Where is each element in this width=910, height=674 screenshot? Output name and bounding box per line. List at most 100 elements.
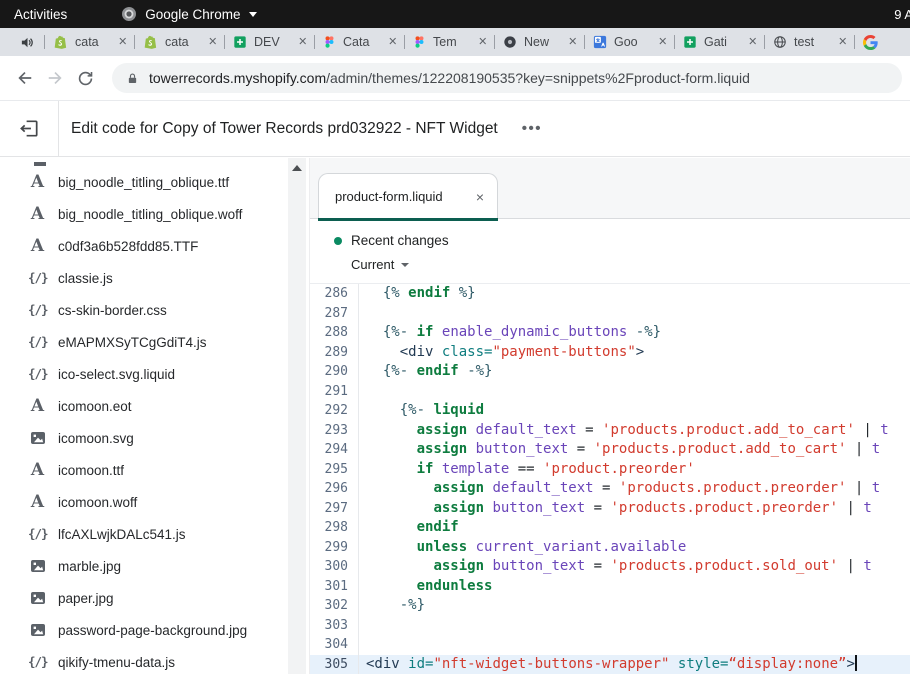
file-name: icomoon.svg (58, 431, 134, 446)
tab-close-button[interactable]: × (748, 35, 758, 50)
browser-tab-label: Goo (614, 35, 655, 49)
reload-icon[interactable] (70, 63, 100, 93)
code-line[interactable]: 298 endif (310, 518, 910, 538)
app-menu-label: Google Chrome (145, 7, 240, 22)
file-name: big_noodle_titling_oblique.woff (58, 207, 242, 222)
code-line[interactable]: 301 endunless (310, 577, 910, 597)
file-name: eMAPMXSyTCgGdiT4.js (58, 335, 207, 350)
tab-close-button[interactable]: × (658, 35, 668, 50)
code-line-text: unless current_variant.available (359, 538, 910, 558)
code-line[interactable]: 302 -%} (310, 596, 910, 616)
browser-tab[interactable]: Goo× (584, 28, 674, 56)
image-file-icon (28, 590, 47, 606)
code-line[interactable]: 291 (310, 382, 910, 402)
code-line[interactable]: 290 {%- endif -%} (310, 362, 910, 382)
code-line[interactable]: 292 {%- liquid (310, 401, 910, 421)
file-list-item[interactable]: {/}qikify-tmenu-data.js (0, 646, 285, 674)
code-line[interactable]: 286 {% endif %} (310, 284, 910, 304)
address-bar[interactable]: towerrecords.myshopify.com/admin/themes/… (112, 63, 902, 93)
code-editor-panel: product-form.liquid × Recent changes Cur… (310, 158, 910, 674)
file-list-item[interactable]: icomoon.svg (0, 422, 285, 454)
code-line-text: -%} (359, 596, 910, 616)
browser-tab-label: New (524, 35, 565, 49)
code-line[interactable]: 303 (310, 616, 910, 636)
code-line[interactable]: 305<div id="nft-widget-buttons-wrapper" … (310, 655, 910, 674)
file-list-item[interactable]: Aicomoon.woff (0, 486, 285, 518)
version-selector-value: Current (351, 257, 394, 272)
file-list-item[interactable]: {/}eMAPMXSyTCgGdiT4.js (0, 326, 285, 358)
browser-tab[interactable]: cata× (134, 28, 224, 56)
browser-tab[interactable]: × (854, 28, 900, 56)
file-list-item[interactable]: {/}cs-skin-border.css (0, 294, 285, 326)
code-line[interactable]: 299 unless current_variant.available (310, 538, 910, 558)
tab-close-button[interactable]: × (118, 35, 128, 50)
back-icon[interactable] (10, 63, 40, 93)
file-list-item[interactable]: {/}ico-select.svg.liquid (0, 358, 285, 390)
file-list-item[interactable]: Aicomoon.ttf (0, 454, 285, 486)
browser-tab[interactable]: Tem× (404, 28, 494, 56)
overflow-menu-button[interactable]: ••• (522, 120, 542, 137)
file-list-item[interactable]: Ac0df3a6b528fdd85.TTF (0, 230, 285, 262)
tab-close-button[interactable]: × (208, 35, 218, 50)
code-line[interactable]: 296 assign default_text = 'products.prod… (310, 479, 910, 499)
line-number: 296 (310, 479, 359, 499)
close-icon[interactable]: × (476, 189, 484, 205)
code-line-text: assign button_text = 'products.product.a… (359, 440, 910, 460)
code-line[interactable]: 287 (310, 304, 910, 324)
file-list-item[interactable]: Aicomoon.eot (0, 390, 285, 422)
browser-tab[interactable]: Gati× (674, 28, 764, 56)
browser-tab[interactable]: cata× (44, 28, 134, 56)
code-line-text: <div class="payment-buttons"> (359, 343, 910, 363)
recent-changes-label: Recent changes (351, 233, 449, 248)
file-list-item[interactable]: marble.jpg (0, 550, 285, 582)
file-name: marble.jpg (58, 559, 121, 574)
editor-file-tab[interactable]: product-form.liquid × (318, 173, 498, 219)
code-line-text (359, 616, 910, 636)
code-line-text: endunless (359, 577, 910, 597)
file-list-item[interactable]: Abig_noodle_titling_oblique.woff (0, 198, 285, 230)
code-line[interactable]: 300 assign button_text = 'products.produ… (310, 557, 910, 577)
app-menu[interactable]: Google Chrome (121, 6, 256, 22)
code-line[interactable]: 295 if template == 'product.preorder' (310, 460, 910, 480)
tab-close-button[interactable]: × (388, 35, 398, 50)
browser-tab[interactable]: DEV× (224, 28, 314, 56)
sidebar-scrollbar[interactable] (288, 158, 306, 674)
tab-close-button[interactable]: × (298, 35, 308, 50)
file-name: icomoon.eot (58, 399, 132, 414)
system-bar: Activities Google Chrome 9 A (0, 0, 910, 28)
url-domain: towerrecords.myshopify.com (149, 70, 326, 86)
activities-button[interactable]: Activities (14, 7, 67, 22)
code-line[interactable]: 294 assign button_text = 'products.produ… (310, 440, 910, 460)
file-name: cs-skin-border.css (58, 303, 167, 318)
line-number: 287 (310, 304, 359, 324)
file-name: ico-select.svg.liquid (58, 367, 175, 382)
tab-close-button[interactable]: × (838, 35, 848, 50)
code-area[interactable]: 286 {% endif %}287288 {%- if enable_dyna… (310, 284, 910, 674)
file-list-item[interactable]: paper.jpg (0, 582, 285, 614)
tab-close-button[interactable]: × (568, 35, 578, 50)
file-list-item[interactable]: {/}classie.js (0, 262, 285, 294)
file-list-item[interactable]: {/}lfcAXLwjkDALc541.js (0, 518, 285, 550)
tab-close-button[interactable]: × (478, 35, 488, 50)
browser-tab-label: test (794, 35, 835, 49)
code-line[interactable]: 297 assign button_text = 'products.produ… (310, 499, 910, 519)
code-line[interactable]: 293 assign default_text = 'products.prod… (310, 421, 910, 441)
browser-tab[interactable]: test× (764, 28, 854, 56)
version-selector[interactable]: Current (351, 257, 910, 272)
code-line[interactable]: 288 {%- if enable_dynamic_buttons -%} (310, 323, 910, 343)
file-list-item[interactable]: Abig_noodle_titling_oblique.ttf (0, 166, 285, 198)
scroll-up-icon[interactable] (292, 165, 302, 171)
lock-icon[interactable] (126, 72, 139, 85)
browser-tab[interactable]: Cata× (314, 28, 404, 56)
code-line[interactable]: 304 (310, 635, 910, 655)
audio-speaker-icon[interactable] (10, 35, 44, 50)
file-list-item[interactable]: password-page-background.jpg (0, 614, 285, 646)
code-line-text: <div id="nft-widget-buttons-wrapper" sty… (359, 655, 910, 674)
code-line[interactable]: 289 <div class="payment-buttons"> (310, 343, 910, 363)
code-line-text: assign button_text = 'products.product.p… (359, 499, 910, 519)
exit-code-editor-button[interactable] (0, 101, 58, 157)
browser-tab[interactable]: New× (494, 28, 584, 56)
font-file-icon: A (28, 238, 47, 255)
line-number: 303 (310, 616, 359, 636)
forward-icon[interactable] (40, 63, 70, 93)
